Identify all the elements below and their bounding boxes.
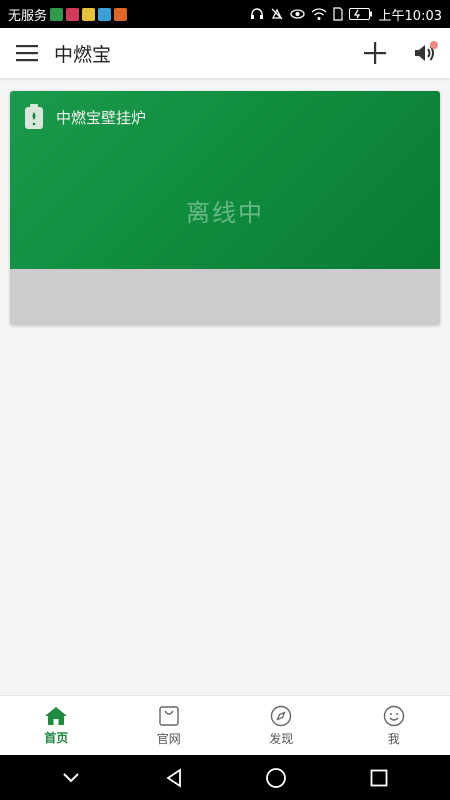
status-left: 无服务 — [8, 5, 128, 24]
notification-dot — [430, 41, 438, 49]
sound-button[interactable] — [400, 28, 450, 78]
bottom-nav: 首页 官网 发现 我 — [0, 695, 450, 755]
tab-discover-label: 发现 — [269, 731, 294, 746]
app-icon-2 — [66, 7, 80, 21]
app-icon-5 — [114, 7, 128, 21]
tab-home-label: 首页 — [44, 730, 69, 745]
tab-official-site[interactable]: 官网 — [113, 696, 226, 755]
status-bar: 无服务 上午10:03 — [0, 0, 450, 28]
app-header: 中燃宝 — [0, 28, 450, 78]
menu-icon — [16, 45, 38, 62]
tab-official-site-label: 官网 — [156, 731, 181, 746]
home-icon — [45, 706, 68, 725]
boiler-icon — [25, 104, 43, 129]
battery-icon — [348, 8, 372, 20]
wifi-icon — [311, 8, 326, 20]
page-title: 中燃宝 — [54, 43, 112, 66]
clock-text: 上午10:03 — [378, 8, 442, 24]
eye-icon — [289, 9, 305, 19]
tab-me[interactable]: 我 — [338, 696, 450, 755]
plus-icon — [364, 42, 386, 64]
headphones-icon — [250, 8, 263, 19]
device-name: 中燃宝壁挂炉 — [56, 108, 147, 127]
hide-nav-button[interactable] — [51, 758, 91, 798]
recents-button[interactable] — [359, 758, 399, 798]
smiley-icon — [383, 705, 404, 726]
tab-discover[interactable]: 发现 — [225, 696, 338, 755]
mute-icon — [271, 8, 282, 20]
recents-square-icon — [370, 769, 388, 786]
carrier-text: 无服务 — [8, 8, 48, 24]
compass-icon — [271, 705, 292, 726]
menu-button[interactable] — [0, 28, 54, 78]
app-icon-3 — [82, 7, 96, 21]
home-button[interactable] — [256, 758, 296, 798]
system-nav-bar — [0, 755, 450, 800]
tab-home[interactable]: 首页 — [0, 696, 113, 755]
back-button[interactable] — [154, 758, 194, 798]
device-status: 离线中 — [186, 199, 264, 227]
chevron-down-icon — [63, 772, 79, 782]
app-icon-1 — [50, 7, 64, 21]
status-right: 上午10:03 — [250, 5, 442, 24]
device-card[interactable]: 中燃宝壁挂炉 离线中 — [10, 91, 440, 325]
sim-icon — [332, 7, 343, 21]
device-card-header: 中燃宝壁挂炉 离线中 — [10, 91, 440, 269]
add-device-button[interactable] — [350, 28, 400, 78]
home-circle-icon — [266, 767, 287, 788]
tab-me-label: 我 — [387, 731, 400, 746]
app-icon-4 — [98, 7, 112, 21]
shopping-bag-icon — [159, 705, 179, 726]
device-card-footer — [10, 269, 440, 325]
back-triangle-icon — [166, 767, 181, 788]
